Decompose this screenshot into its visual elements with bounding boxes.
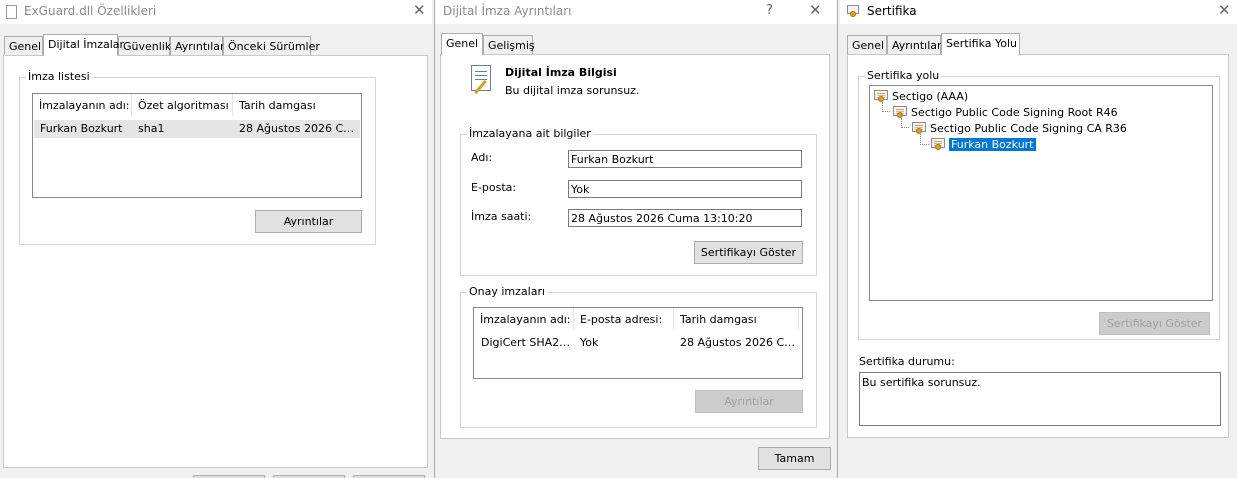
countersignatures-group: Onay imzaları İmzalayanın adı: E-posta a… — [460, 285, 817, 428]
signature-icon — [469, 65, 495, 95]
title-bar: ExGuard.dll Özellikleri ✕ — [0, 0, 432, 24]
certificate-icon — [873, 89, 889, 103]
tree-item-label: Sectigo (AAA) — [892, 89, 969, 103]
file-icon — [6, 5, 17, 19]
title-bar: Dijital İmza Ayrıntıları ? ✕ — [435, 0, 837, 24]
signature-info-status: Bu dijital imza sorunsuz. — [505, 84, 640, 97]
signature-list-group: İmza listesi İmzalayanın adı: Özet algor… — [19, 70, 376, 245]
tab-advanced[interactable]: Gelişmiş — [483, 35, 535, 55]
cell-email: Yok — [580, 336, 599, 349]
col-signer-name[interactable]: İmzalayanın adı: — [33, 94, 132, 116]
tab-certification-path[interactable]: Sertifika Yolu — [941, 33, 1020, 55]
certification-path-tree[interactable]: Sectigo (AAA) Sectigo Public Code Signin… — [869, 85, 1213, 301]
cell-digest-algorithm: sha1 — [138, 122, 165, 135]
signature-details-window: Dijital İmza Ayrıntıları ? ✕ Genel Geliş… — [434, 0, 838, 478]
countersignature-list[interactable]: İmzalayanın adı: E-posta adresi: Tarih d… — [473, 307, 803, 379]
tab-digital-signatures[interactable]: Dijital İmzalar — [43, 34, 124, 56]
window-title: Dijital İmza Ayrıntıları — [443, 4, 572, 18]
tab-general[interactable]: Genel — [847, 35, 887, 55]
tab-panel: İmza listesi İmzalayanın adı: Özet algor… — [3, 55, 428, 468]
col-email[interactable]: E-posta adresi: — [574, 308, 674, 330]
tree-item-ca-r36[interactable]: Sectigo Public Code Signing CA R36 — [911, 120, 1127, 136]
signer-info-group: İmzalayana ait bilgiler Adı: Furkan Bozk… — [460, 127, 817, 276]
tree-item-label: Furkan Bozkurt — [948, 136, 1037, 152]
countersignatures-label: Onay imzaları — [467, 285, 548, 298]
col-signer-name[interactable]: İmzalayanın adı: — [474, 308, 574, 330]
name-label: Adı: — [471, 151, 493, 164]
tree-item-label: Sectigo Public Code Signing CA R36 — [930, 121, 1127, 135]
tree-item-leaf[interactable]: Furkan Bozkurt — [930, 136, 1037, 152]
table-row[interactable]: DigiCert SHA256... Yok 28 Ağustos 2026 C… — [475, 334, 801, 352]
show-certificate-button[interactable]: Sertifikayı Göster — [1099, 312, 1210, 335]
certificate-status-box[interactable]: Bu sertifika sorunsuz. — [859, 372, 1221, 426]
email-label: E-posta: — [471, 181, 517, 194]
tab-bar: Genel Gelişmiş — [435, 33, 837, 55]
signer-info-label: İmzalayana ait bilgiler — [467, 127, 593, 140]
tab-previous-versions[interactable]: Önceki Sürümler — [223, 36, 320, 56]
tab-general[interactable]: Genel — [441, 33, 483, 55]
close-icon[interactable]: ✕ — [1218, 1, 1231, 19]
col-digest-algorithm[interactable]: Özet algoritması — [132, 94, 233, 116]
help-icon[interactable]: ? — [766, 3, 773, 18]
ok-button[interactable]: Tamam — [758, 447, 831, 470]
tree-item-label: Sectigo Public Code Signing Root R46 — [911, 105, 1118, 119]
cell-timestamp: 28 Ağustos 2026 Cu... — [680, 336, 800, 349]
certificate-icon — [911, 121, 927, 135]
email-field[interactable]: Yok — [568, 180, 802, 198]
cell-timestamp: 28 Ağustos 2026 Cum... — [239, 122, 359, 135]
tab-bar: Genel Ayrıntılar Sertifika Yolu — [840, 33, 1237, 55]
details-button[interactable]: Ayrıntılar — [255, 210, 362, 233]
signature-info-title: Dijital İmza Bilgisi — [505, 66, 617, 79]
countersignature-details-button[interactable]: Ayrıntılar — [695, 390, 803, 413]
show-certificate-button[interactable]: Sertifikayı Göster — [694, 241, 803, 264]
certificate-icon — [847, 5, 859, 19]
tab-details[interactable]: Ayrıntılar — [170, 36, 225, 56]
certificate-window: Sertifika ✕ Genel Ayrıntılar Sertifika Y… — [840, 0, 1237, 478]
tab-security[interactable]: Güvenlik — [118, 36, 171, 56]
tab-general[interactable]: Genel — [4, 36, 43, 56]
table-row[interactable]: Furkan Bozkurt sha1 28 Ağustos 2026 Cum.… — [34, 120, 360, 138]
tab-panel: Dijital İmza Bilgisi Bu dijital imza sor… — [440, 54, 830, 439]
tab-details[interactable]: Ayrıntılar — [887, 35, 942, 55]
tree-item-root-r46[interactable]: Sectigo Public Code Signing Root R46 — [892, 104, 1118, 120]
tab-panel: Sertifika yolu Sectigo (AAA) Sectigo Pub… — [847, 54, 1229, 438]
name-field[interactable]: Furkan Bozkurt — [568, 150, 802, 168]
signing-time-field[interactable]: 28 Ağustos 2026 Cuma 13:10:20 — [568, 209, 802, 227]
certificate-status-text: Bu sertifika sorunsuz. — [862, 376, 981, 389]
certificate-icon — [892, 105, 908, 119]
close-icon[interactable]: ✕ — [413, 1, 426, 19]
signing-time-label: İmza saati: — [471, 210, 532, 223]
certification-path-group: Sertifika yolu Sectigo (AAA) Sectigo Pub… — [858, 69, 1220, 340]
col-timestamp[interactable]: Tarih damgası — [674, 308, 799, 330]
cell-signer-name: DigiCert SHA256... — [481, 336, 574, 349]
close-icon[interactable]: ✕ — [809, 1, 822, 19]
certificate-icon — [930, 137, 946, 151]
certification-path-label: Sertifika yolu — [865, 69, 942, 82]
title-bar: Sertifika ✕ — [840, 0, 1237, 24]
window-title: Sertifika — [867, 4, 917, 18]
window-title: ExGuard.dll Özellikleri — [24, 4, 157, 18]
signature-list[interactable]: İmzalayanın adı: Özet algoritması Tarih … — [32, 93, 362, 198]
certificate-status-label: Sertifika durumu: — [859, 355, 955, 368]
cell-signer-name: Furkan Bozkurt — [40, 122, 123, 135]
tree-item-root[interactable]: Sectigo (AAA) — [873, 88, 968, 104]
tab-bar: Genel Dijital İmzalar Güvenlik Ayrıntıla… — [0, 34, 432, 56]
signature-list-label: İmza listesi — [26, 70, 92, 83]
col-timestamp[interactable]: Tarih damgası — [233, 94, 361, 116]
properties-window: ExGuard.dll Özellikleri ✕ Genel Dijital … — [0, 0, 432, 478]
